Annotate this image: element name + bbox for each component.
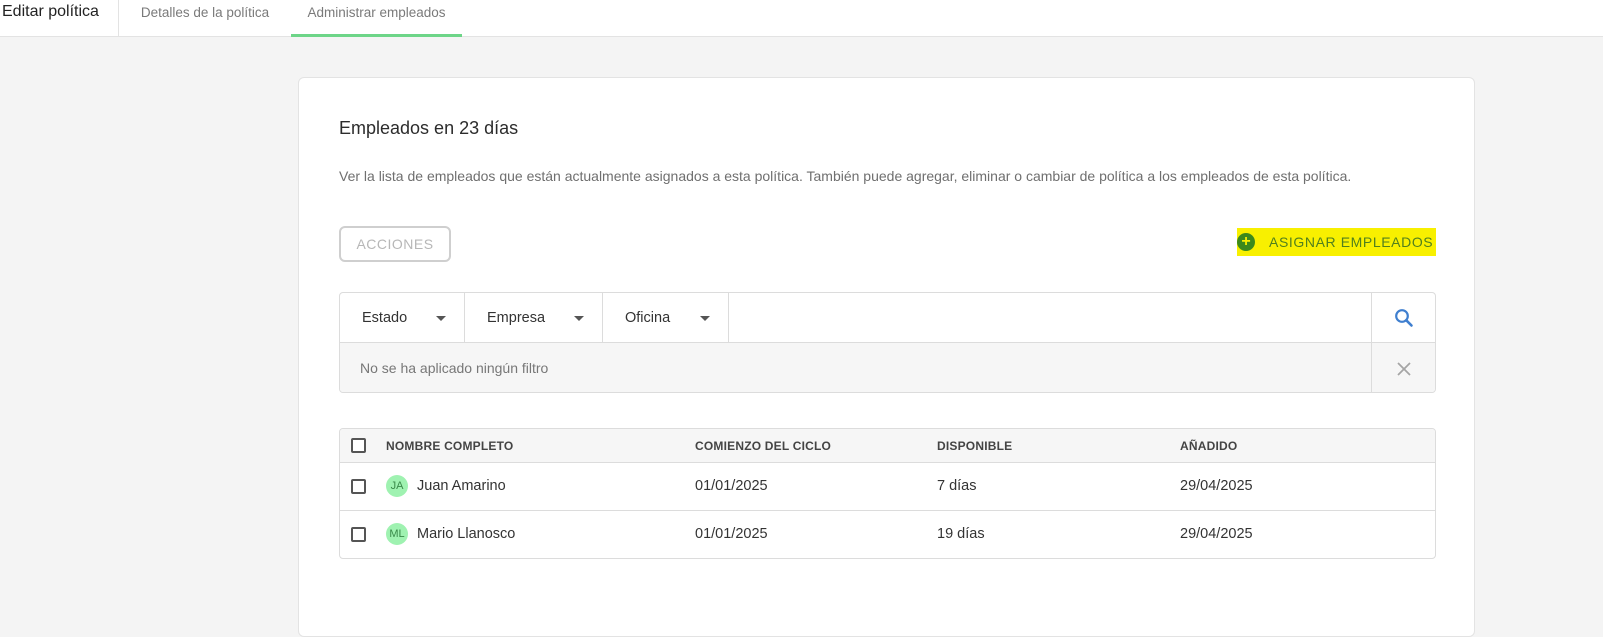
tab-manage-employees[interactable]: Administrar empleados	[291, 0, 462, 37]
employee-name[interactable]: Mario Llanosco	[417, 526, 515, 542]
filter-panel: Estado Empresa Oficina No se ha aplicado…	[339, 292, 1436, 393]
office-filter-dropdown[interactable]: Oficina	[603, 293, 729, 343]
actions-button[interactable]: ACCIONES	[339, 226, 451, 262]
available-cell: 19 días	[937, 526, 985, 542]
select-all-checkbox[interactable]	[351, 438, 366, 453]
cycle-start-cell: 01/01/2025	[695, 526, 768, 542]
office-filter-label: Oficina	[625, 310, 671, 326]
added-cell: 29/04/2025	[1180, 478, 1253, 494]
table-row[interactable]: ML Mario Llanosco 01/01/2025 19 días 29/…	[340, 511, 1435, 558]
filter-status-text: No se ha aplicado ningún filtro	[360, 360, 549, 376]
page-title: Editar política	[2, 3, 99, 20]
avatar: JA	[386, 475, 408, 497]
tab-policy-details[interactable]: Detalles de la política	[131, 0, 279, 37]
available-cell: 7 días	[937, 478, 977, 494]
table-row[interactable]: JA Juan Amarino 01/01/2025 7 días 29/04/…	[340, 463, 1435, 511]
search-button[interactable]	[1371, 293, 1435, 343]
card-description: Ver la lista de empleados que están actu…	[339, 168, 1352, 184]
title-divider	[118, 0, 119, 36]
search-input[interactable]	[730, 294, 1370, 341]
avatar: ML	[386, 523, 408, 545]
tab-manage-employees-label: Administrar empleados	[307, 5, 446, 20]
row-checkbox[interactable]	[351, 479, 366, 494]
chevron-down-icon	[436, 316, 446, 321]
card-title: Empleados en 23 días	[339, 118, 519, 138]
plus-circle-icon: +	[1237, 233, 1255, 251]
clear-filters-button[interactable]	[1371, 343, 1435, 392]
employees-card: Empleados en 23 días Ver la lista de emp…	[298, 77, 1475, 637]
close-icon	[1396, 361, 1411, 376]
column-header-available[interactable]: DISPONIBLE	[937, 439, 1012, 453]
filter-status-row: No se ha aplicado ningún filtro	[340, 343, 1435, 392]
chevron-down-icon	[574, 316, 584, 321]
assign-employees-button[interactable]: + ASIGNAR EMPLEADOS	[1237, 228, 1436, 256]
column-header-added[interactable]: AÑADIDO	[1180, 439, 1237, 453]
search-icon	[1394, 309, 1413, 327]
filter-row: Estado Empresa Oficina	[340, 293, 1435, 343]
company-filter-dropdown[interactable]: Empresa	[465, 293, 603, 343]
tab-policy-details-label: Detalles de la política	[140, 5, 270, 20]
employee-name[interactable]: Juan Amarino	[417, 478, 506, 494]
status-filter-label: Estado	[362, 310, 408, 326]
active-tab-indicator	[291, 34, 462, 37]
table-header: NOMBRE COMPLETO COMIENZO DEL CICLO DISPO…	[340, 429, 1435, 463]
status-filter-dropdown[interactable]: Estado	[340, 293, 465, 343]
row-checkbox[interactable]	[351, 527, 366, 542]
chevron-down-icon	[700, 316, 710, 321]
column-header-cycle-start[interactable]: COMIENZO DEL CICLO	[695, 439, 831, 453]
employees-table: NOMBRE COMPLETO COMIENZO DEL CICLO DISPO…	[339, 428, 1436, 559]
added-cell: 29/04/2025	[1180, 526, 1253, 542]
top-bar: Editar política Detalles de la política …	[0, 0, 1603, 37]
assign-employees-label: ASIGNAR EMPLEADOS	[1269, 234, 1434, 250]
company-filter-label: Empresa	[487, 310, 546, 326]
cycle-start-cell: 01/01/2025	[695, 478, 768, 494]
column-header-full-name[interactable]: NOMBRE COMPLETO	[386, 439, 513, 453]
